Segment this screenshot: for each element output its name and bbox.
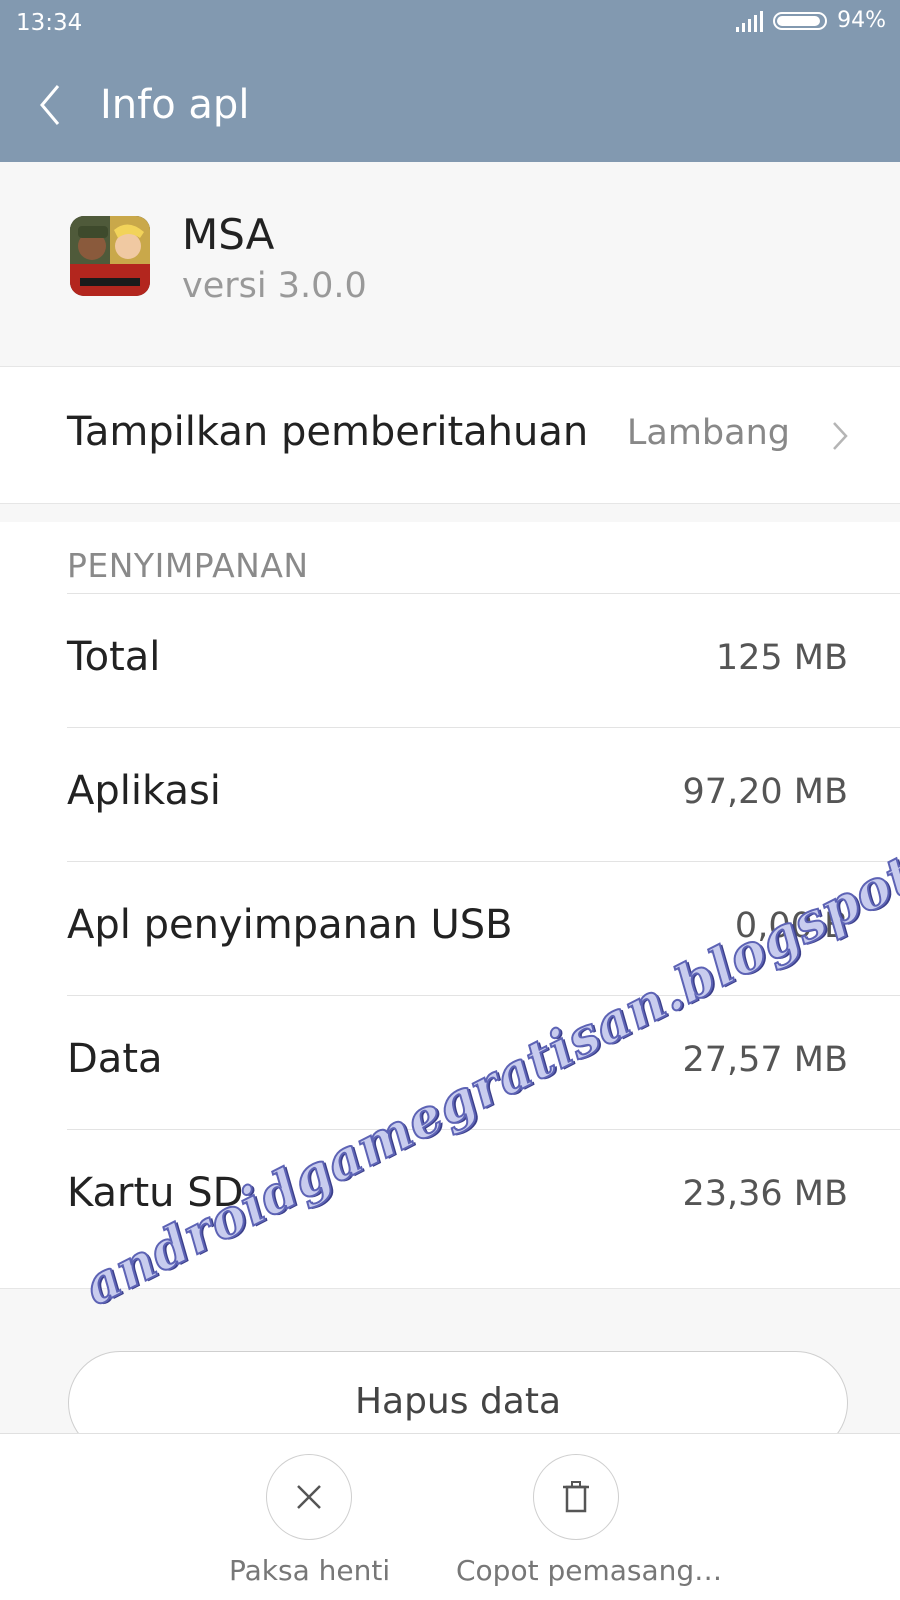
force-stop-button[interactable] (266, 1454, 352, 1540)
storage-row-value: 125 MB (715, 638, 848, 678)
storage-row-total: Total 125 MB (67, 593, 900, 730)
force-stop-action[interactable]: Paksa henti (229, 1454, 391, 1587)
storage-row-label: Kartu SD (67, 1170, 244, 1216)
battery-fill (777, 15, 821, 26)
storage-row-label: Aplikasi (67, 768, 221, 814)
notification-setting-row[interactable]: Tampilkan pemberitahuan Lambang (0, 367, 900, 503)
uninstall-button[interactable] (533, 1454, 619, 1540)
action-bar: Paksa henti Copot pemasang… (0, 1433, 900, 1600)
close-icon (297, 1485, 321, 1509)
back-button[interactable] (30, 78, 74, 132)
app-info-screen: 13:34 94% Info apl MSA versi 3.0.0 Tampi… (0, 0, 900, 1600)
signal-icon (736, 10, 764, 32)
app-icon-art (70, 216, 150, 296)
app-header: MSA versi 3.0.0 (0, 162, 900, 367)
trash-icon (563, 1481, 589, 1513)
storage-row-data: Data 27,57 MB (67, 995, 900, 1132)
section-gap (0, 503, 900, 523)
storage-row-value: 27,57 MB (682, 1040, 848, 1080)
storage-row-usb: Apl penyimpanan USB 0,00 B (67, 861, 900, 998)
battery-percent: 94% (837, 8, 886, 33)
app-icon (70, 216, 150, 296)
storage-row-value: 97,20 MB (682, 772, 848, 812)
app-name: MSA (182, 210, 275, 259)
status-icons: 94% (736, 8, 886, 33)
chevron-left-icon (40, 85, 60, 125)
storage-row-value: 23,36 MB (682, 1174, 848, 1214)
storage-row-label: Data (67, 1036, 163, 1082)
force-stop-label: Paksa henti (229, 1554, 391, 1587)
notification-value: Lambang (626, 413, 790, 453)
status-time: 13:34 (16, 10, 83, 36)
storage-section-title: PENYIMPANAN (67, 546, 309, 585)
uninstall-action[interactable]: Copot pemasang… (456, 1454, 723, 1587)
uninstall-label: Copot pemasang… (456, 1554, 723, 1587)
app-version: versi 3.0.0 (182, 266, 367, 306)
title-bar: 13:34 94% Info apl (0, 0, 900, 162)
storage-row-label: Total (67, 634, 161, 680)
storage-row-value: 0,00 B (734, 906, 848, 946)
storage-row-app: Aplikasi 97,20 MB (67, 727, 900, 864)
battery-icon (773, 11, 828, 30)
storage-section: PENYIMPANAN Total 125 MB Aplikasi 97,20 … (0, 522, 900, 1288)
notification-label: Tampilkan pemberitahuan (67, 409, 589, 455)
storage-row-sd-card: Kartu SD 23,36 MB (67, 1129, 900, 1266)
page-title: Info apl (100, 82, 250, 128)
storage-row-label: Apl penyimpanan USB (67, 902, 513, 948)
chevron-right-icon (833, 422, 848, 450)
